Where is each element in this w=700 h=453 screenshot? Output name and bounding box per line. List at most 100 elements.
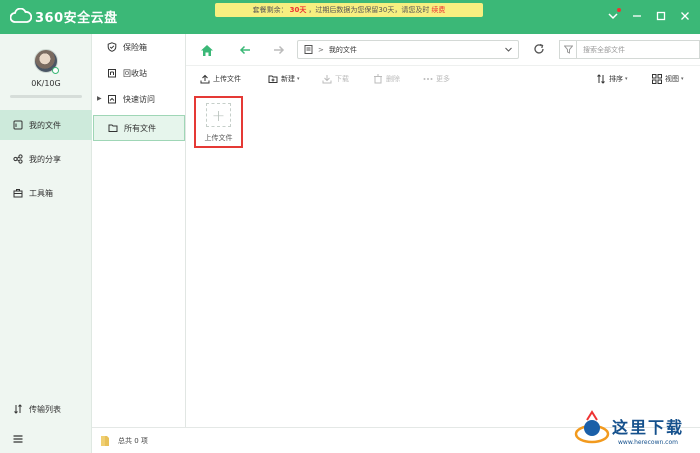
sidebar-item-label: 我的文件 (29, 120, 61, 130)
new-folder-icon (268, 74, 278, 84)
upload-icon (200, 74, 210, 84)
toolbox-icon (13, 188, 23, 198)
menu-button[interactable] (606, 8, 621, 23)
hamburger-menu-button[interactable] (0, 424, 92, 453)
folder-item-safe[interactable]: 保险箱 (93, 34, 185, 60)
close-button[interactable] (678, 9, 692, 23)
app-title: 360安全云盘 (35, 10, 118, 26)
sidebar-item-toolbox[interactable]: 工具箱 (0, 178, 92, 208)
file-toolbar: 上传文件 新建 ▾ 下载 删除 更多 排序 ▾ 视图 ▾ (186, 67, 700, 91)
forward-button[interactable] (272, 43, 286, 57)
title-bar: 360安全云盘 套餐剩余： 30天 ，过期后数据为您保留30天，请您及时 续费 (0, 0, 700, 34)
folder-item-label: 快速访问 (123, 94, 155, 104)
navigation-bar: > 我的文件 搜索全部文件 (186, 34, 700, 66)
left-sidebar: 0K/10G 我的文件 我的分享 工具箱 传输列表 (0, 34, 92, 453)
storage-quota: 0K/10G (31, 79, 61, 88)
sort-button[interactable]: 排序 ▾ (596, 74, 628, 84)
my-files-icon (13, 120, 23, 130)
watermark-text: 这里下载 (612, 418, 685, 437)
watermark-logo-icon (574, 410, 610, 444)
transfer-icon (13, 404, 23, 414)
more-button[interactable]: 更多 (423, 74, 450, 84)
arrow-right-icon (274, 45, 285, 55)
window-controls (606, 8, 692, 23)
folder-item-all-files[interactable]: 所有文件 (93, 115, 185, 141)
close-icon (681, 12, 689, 20)
watermark: 这里下载 www.herecown.com (572, 408, 694, 450)
breadcrumb-separator: > (318, 45, 324, 54)
folder-item-recycle-bin[interactable]: 回收站 (93, 60, 185, 86)
cloud-logo-icon (10, 8, 32, 23)
view-label: 视图 (665, 75, 679, 83)
shield-icon (107, 42, 117, 52)
app-logo: 360安全云盘 (10, 6, 118, 26)
more-dots-icon (423, 74, 433, 84)
dropdown-caret-icon: ▾ (297, 76, 300, 82)
document-icon (304, 45, 313, 54)
search-input[interactable]: 搜索全部文件 (576, 40, 700, 59)
folder-icon (108, 123, 118, 133)
notice-prefix: 套餐剩余： (252, 6, 288, 14)
trash-icon (373, 74, 383, 84)
notice-suffix: ，过期后数据为您保留30天，请您及时 (308, 6, 430, 14)
upload-file-tile[interactable]: + 上传文件 (194, 96, 243, 148)
arrow-left-icon (239, 45, 250, 55)
sidebar-item-label: 我的分享 (29, 154, 61, 164)
upload-label: 上传文件 (213, 75, 241, 83)
notification-dot (617, 8, 621, 12)
total-count: 总共 0 项 (118, 436, 148, 445)
plus-icon: + (206, 103, 231, 127)
breadcrumb-current[interactable]: 我的文件 (329, 45, 357, 55)
share-icon (13, 154, 23, 164)
avatar-badge (52, 67, 59, 74)
minimize-button[interactable] (630, 9, 644, 23)
maximize-icon (656, 11, 666, 21)
download-label: 下载 (335, 75, 349, 83)
filter-button[interactable] (559, 40, 576, 59)
sidebar-item-label: 传输列表 (29, 404, 61, 414)
folder-panel: 保险箱 回收站 ▶ 快速访问 所有文件 (92, 34, 186, 427)
minimize-icon (633, 15, 641, 17)
quick-access-icon (107, 94, 117, 104)
sidebar-item-my-files[interactable]: 我的文件 (0, 110, 92, 140)
maximize-button[interactable] (654, 9, 668, 23)
refresh-icon (534, 43, 544, 54)
sidebar-item-my-share[interactable]: 我的分享 (0, 144, 92, 174)
more-label: 更多 (436, 75, 450, 83)
folder-item-label: 保险箱 (123, 42, 147, 52)
upload-tile-label: 上传文件 (204, 134, 233, 142)
path-breadcrumb[interactable]: > 我的文件 (297, 40, 519, 59)
refresh-button[interactable] (533, 43, 545, 57)
upload-button[interactable]: 上传文件 (200, 74, 241, 84)
delete-label: 删除 (386, 75, 400, 83)
dropdown-caret-icon: ▾ (681, 76, 684, 82)
main-area: > 我的文件 搜索全部文件 上传文件 新建 ▾ 下载 删除 更多 排序 ▾ 视图… (186, 34, 700, 427)
new-label: 新建 (281, 75, 295, 83)
download-icon (322, 74, 332, 84)
grid-view-icon (652, 74, 662, 84)
new-button[interactable]: 新建 ▾ (268, 74, 300, 84)
notice-days: 30天 (289, 6, 307, 14)
delete-button[interactable]: 删除 (373, 74, 400, 84)
sidebar-item-label: 工具箱 (29, 188, 53, 198)
view-button[interactable]: 视图 ▾ (652, 74, 684, 84)
folder-item-label: 所有文件 (124, 123, 156, 133)
plan-notice: 套餐剩余： 30天 ，过期后数据为您保留30天，请您及时 续费 (215, 3, 483, 17)
back-button[interactable] (238, 43, 252, 57)
home-icon (201, 44, 213, 56)
expand-caret-icon[interactable]: ▶ (97, 95, 102, 102)
download-button[interactable]: 下载 (322, 74, 349, 84)
filter-icon (563, 45, 573, 54)
folder-status-icon (101, 435, 109, 446)
folder-item-label: 回收站 (123, 68, 147, 78)
sort-icon (596, 74, 606, 84)
folder-item-quick-access[interactable]: ▶ 快速访问 (93, 86, 185, 112)
chevron-down-icon[interactable] (504, 45, 513, 54)
recycle-bin-icon (107, 68, 117, 78)
renew-link[interactable]: 续费 (431, 5, 445, 15)
sort-label: 排序 (609, 75, 623, 83)
sidebar-item-transfer-list[interactable]: 传输列表 (0, 394, 92, 424)
quota-bar (10, 95, 82, 98)
home-button[interactable] (200, 43, 214, 57)
hamburger-icon (13, 434, 23, 444)
